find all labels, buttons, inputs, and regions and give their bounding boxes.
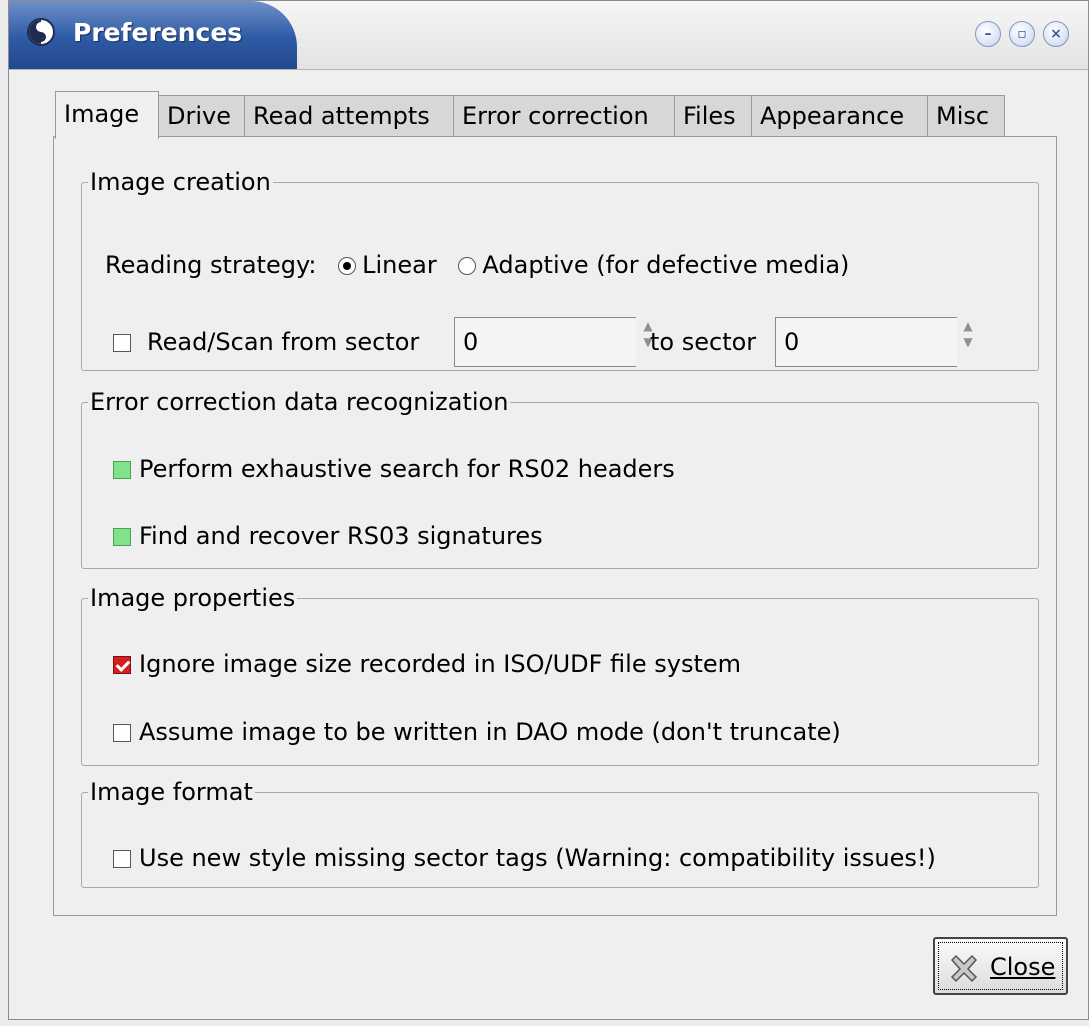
- new-tags-row: Use new style missing sector tags (Warni…: [113, 843, 936, 873]
- image-creation-legend: Image creation: [90, 168, 271, 196]
- reading-strategy-row: Reading strategy: Linear Adaptive (for d…: [105, 250, 849, 280]
- ecc-recognition-frame: Error correction data recognization Perf…: [81, 390, 1039, 569]
- to-sector-label: to sector: [650, 328, 757, 356]
- preferences-window: Preferences – ▫ × Image Drive Read attem…: [8, 0, 1089, 1020]
- tab-drive[interactable]: Drive: [158, 95, 245, 137]
- new-tags-label[interactable]: Use new style missing sector tags (Warni…: [139, 844, 936, 872]
- tab-read-attempts[interactable]: Read attempts: [244, 95, 454, 137]
- window-title: Preferences: [73, 18, 243, 47]
- ignore-size-row: Ignore image size recorded in ISO/UDF fi…: [113, 649, 741, 679]
- from-sector-input[interactable]: 0: [454, 317, 636, 367]
- rs03-checkbox[interactable]: [113, 528, 131, 546]
- rs02-label[interactable]: Perform exhaustive search for RS02 heade…: [139, 455, 675, 483]
- ecc-recognition-legend: Error correction data recognization: [90, 388, 509, 416]
- tab-misc[interactable]: Misc: [927, 95, 1005, 137]
- ignore-size-checkbox[interactable]: [113, 656, 131, 674]
- image-format-frame: Image format Use new style missing secto…: [81, 780, 1039, 888]
- dao-row: Assume image to be written in DAO mode (…: [113, 717, 841, 747]
- dao-label[interactable]: Assume image to be written in DAO mode (…: [139, 718, 841, 746]
- title-tab[interactable]: Preferences: [9, 1, 297, 69]
- to-sector-input[interactable]: 0: [775, 317, 957, 367]
- tab-image[interactable]: Image: [55, 91, 159, 139]
- rs03-label[interactable]: Find and recover RS03 signatures: [139, 522, 543, 550]
- rs02-row: Perform exhaustive search for RS02 heade…: [113, 454, 675, 484]
- tab-files[interactable]: Files: [674, 95, 752, 137]
- minimize-icon[interactable]: –: [975, 21, 1001, 47]
- image-properties-legend: Image properties: [90, 584, 296, 612]
- read-scan-checkbox[interactable]: [113, 334, 131, 352]
- tab-panel-image: Image creation Reading strategy: Linear …: [53, 136, 1057, 916]
- close-button-label: Close: [990, 953, 1056, 981]
- ignore-size-label[interactable]: Ignore image size recorded in ISO/UDF fi…: [139, 650, 741, 678]
- linear-label[interactable]: Linear: [362, 251, 437, 279]
- yin-yang-icon[interactable]: [27, 18, 55, 46]
- close-x-icon: [950, 954, 978, 983]
- image-creation-frame: Image creation Reading strategy: Linear …: [81, 170, 1039, 371]
- linear-radio[interactable]: [338, 257, 357, 275]
- tab-error-correction[interactable]: Error correction: [453, 95, 675, 137]
- read-scan-label[interactable]: Read/Scan from sector: [147, 328, 419, 356]
- rs03-row: Find and recover RS03 signatures: [113, 521, 543, 551]
- close-button[interactable]: Close: [933, 937, 1068, 995]
- maximize-icon[interactable]: ▫: [1009, 21, 1035, 47]
- image-format-legend: Image format: [90, 778, 253, 806]
- dao-checkbox[interactable]: [113, 724, 131, 742]
- read-scan-row: Read/Scan from sector: [113, 327, 419, 357]
- title-bar[interactable]: Preferences – ▫ ×: [9, 1, 1088, 70]
- image-properties-frame: Image properties Ignore image size recor…: [81, 586, 1039, 766]
- adaptive-label[interactable]: Adaptive (for defective media): [482, 251, 849, 279]
- adaptive-radio[interactable]: [458, 257, 477, 275]
- rs02-checkbox[interactable]: [113, 461, 131, 479]
- new-tags-checkbox[interactable]: [113, 850, 131, 868]
- close-window-icon[interactable]: ×: [1043, 21, 1069, 47]
- reading-strategy-label: Reading strategy:: [105, 251, 317, 279]
- to-sector-spinner[interactable]: ▲ ▼: [958, 318, 978, 368]
- tab-appearance[interactable]: Appearance: [751, 95, 928, 137]
